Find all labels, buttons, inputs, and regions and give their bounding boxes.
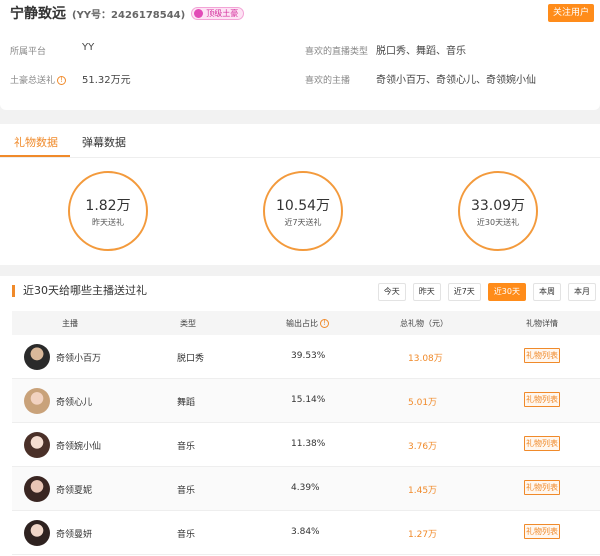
stat-value: 33.09万	[470, 198, 526, 214]
gift-list-button[interactable]: 礼物列表	[524, 348, 560, 363]
anchor-type: 音乐	[177, 486, 196, 496]
total-gift: 3.76万	[408, 442, 438, 452]
help-icon[interactable]: !	[57, 76, 67, 85]
stat-value: 10.54万	[275, 198, 331, 214]
fav-type-label: 喜欢的直播类型	[305, 47, 369, 57]
total-gift: 1.45万	[408, 486, 438, 496]
stat-caption: 昨天送礼	[92, 218, 124, 227]
avatar	[24, 432, 50, 458]
header-detail: 礼物详情	[526, 319, 558, 328]
tab-bar: 礼物数据 弹幕数据	[0, 124, 600, 158]
filter-7days[interactable]: 近7天	[447, 283, 481, 301]
header-type: 类型	[180, 319, 196, 328]
ranking-title: 近30天给哪些主播送过礼	[12, 285, 147, 297]
header-anchor: 主播	[62, 319, 78, 328]
stat-caption: 近7天送礼	[284, 218, 322, 227]
tab-gift-data[interactable]: 礼物数据	[14, 134, 58, 150]
avatar	[24, 520, 50, 546]
stat-caption: 近30天送礼	[476, 218, 520, 227]
anchor-name[interactable]: 奇领小百万	[56, 351, 101, 364]
yy-id: (YY号：2426178544)	[72, 9, 186, 21]
profile-card: 宁静致远 (YY号：2426178544) 顶级土豪 关注用户 所属平台 YY …	[0, 0, 600, 110]
total-gift: 13.08万	[408, 354, 443, 364]
fav-anchor-label: 喜欢的主播	[305, 76, 351, 86]
table-row: 奇领夏妮 音乐 4.39% 1.45万 礼物列表	[12, 467, 600, 511]
stat-yesterday: 1.82万 昨天送礼	[68, 171, 148, 251]
user-name: 宁静致远	[10, 6, 66, 22]
active-tab-underline	[0, 155, 70, 157]
tab-danmaku-data[interactable]: 弹幕数据	[82, 134, 126, 150]
anchor-name[interactable]: 奇领心儿	[56, 395, 92, 408]
avatar	[24, 476, 50, 502]
anchor-type: 音乐	[177, 530, 196, 540]
help-icon[interactable]: !	[320, 319, 329, 328]
total-gift: 1.27万	[408, 530, 438, 540]
profile-name-row: 宁静致远 (YY号：2426178544) 顶级土豪	[10, 4, 245, 22]
header-total: 总礼物（元）	[400, 319, 448, 328]
tuhao-badge: 顶级土豪	[191, 6, 245, 20]
platform-value: YY	[82, 42, 95, 53]
anchor-name[interactable]: 奇领婉小仙	[56, 439, 101, 452]
header-ratio: 输出占比	[286, 319, 318, 328]
output-ratio: 3.84%	[291, 527, 320, 537]
anchor-name[interactable]: 奇领夏妮	[56, 483, 92, 496]
fav-type-value: 脱口秀、舞蹈、音乐	[376, 46, 466, 57]
gem-icon	[194, 8, 204, 18]
header-ratio-wrap: 输出占比!	[286, 318, 329, 329]
output-ratio: 11.38%	[291, 439, 326, 449]
anchor-type: 舞蹈	[177, 398, 196, 408]
filter-this-month[interactable]: 本月	[568, 283, 596, 301]
filter-today[interactable]: 今天	[377, 283, 406, 301]
follow-user-button[interactable]: 关注用户	[548, 4, 594, 22]
avatar	[24, 344, 50, 370]
gift-list-button[interactable]: 礼物列表	[524, 392, 560, 407]
table-row: 奇领小百万 脱口秀 39.53% 13.08万 礼物列表	[12, 335, 600, 379]
filter-yesterday[interactable]: 昨天	[412, 283, 441, 301]
avatar	[24, 388, 50, 414]
stat-30days: 33.09万 近30天送礼	[458, 171, 538, 251]
stat-7days: 10.54万 近7天送礼	[263, 171, 343, 251]
anchor-type: 脱口秀	[177, 354, 205, 364]
total-gift: 5.01万	[408, 398, 438, 408]
stat-value: 1.82万	[85, 198, 131, 214]
table-row: 奇领曼妍 音乐 3.84% 1.27万 礼物列表	[12, 511, 600, 555]
output-ratio: 15.14%	[291, 395, 326, 405]
table-row: 奇领心儿 舞蹈 15.14% 5.01万 礼物列表	[12, 379, 600, 423]
stats-panel: 礼物数据 弹幕数据 1.82万 昨天送礼 10.54万 近7天送礼 33.09万…	[0, 124, 600, 265]
table-row: 奇领婉小仙 音乐 11.38% 3.76万 礼物列表	[12, 423, 600, 467]
output-ratio: 4.39%	[291, 483, 320, 493]
badge-label: 顶级土豪	[206, 8, 239, 18]
total-gift-value: 51.32万元	[82, 75, 131, 86]
gift-list-button[interactable]: 礼物列表	[524, 480, 560, 495]
output-ratio: 39.53%	[291, 351, 326, 361]
time-filter-group: 今天 昨天 近7天 近30天 本周 本月	[371, 283, 596, 301]
gift-list-button[interactable]: 礼物列表	[524, 436, 560, 451]
total-gift-label: 土豪总送礼	[10, 76, 56, 86]
ranking-panel: 近30天给哪些主播送过礼 今天 昨天 近7天 近30天 本周 本月 主播 类型 …	[0, 276, 600, 556]
filter-this-week[interactable]: 本周	[533, 283, 561, 301]
fav-anchor-value: 奇领小百万、奇领心儿、奇领婉小仙	[376, 75, 536, 86]
table-header: 主播 类型 输出占比! 总礼物（元） 礼物详情	[12, 311, 600, 335]
platform-label: 所属平台	[10, 47, 47, 57]
anchor-type: 音乐	[177, 442, 196, 452]
filter-30days[interactable]: 近30天	[487, 283, 526, 301]
anchor-name[interactable]: 奇领曼妍	[56, 527, 92, 540]
ranking-table: 主播 类型 输出占比! 总礼物（元） 礼物详情 奇领小百万 脱口秀 39.53%…	[12, 311, 600, 555]
gift-list-button[interactable]: 礼物列表	[524, 524, 560, 539]
total-gift-label-wrap: 土豪总送礼!	[10, 73, 67, 86]
